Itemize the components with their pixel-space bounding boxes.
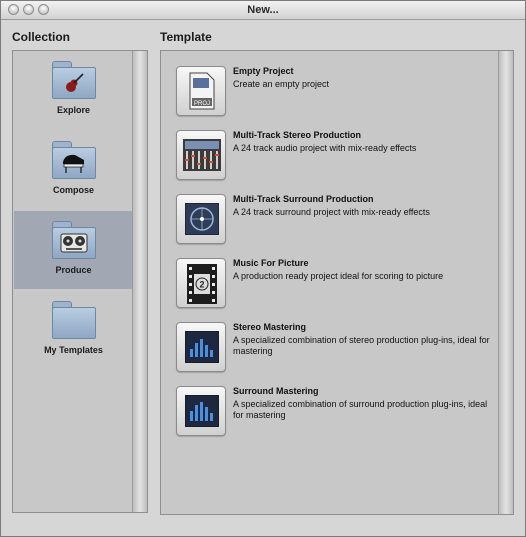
- collection-item-label: Compose: [52, 185, 94, 195]
- template-name: Surround Mastering: [233, 386, 319, 396]
- template-description: Create an empty project: [233, 79, 330, 89]
- new-project-window: New... Collection Template Explore Compo…: [0, 0, 526, 537]
- template-header: Template: [160, 30, 212, 44]
- template-item-empty-project[interactable]: PROJ Empty Project Create an empty proje…: [176, 66, 496, 122]
- svg-text:2: 2: [199, 280, 204, 290]
- template-description: A production ready project ideal for sco…: [233, 271, 444, 281]
- template-description: A 24 track audio project with mix-ready …: [233, 143, 417, 153]
- piano-icon: [52, 141, 96, 179]
- title-bar[interactable]: New...: [1, 1, 525, 20]
- template-name: Stereo Mastering: [233, 322, 307, 332]
- collection-scrollbar[interactable]: [132, 51, 147, 512]
- folder-icon: [52, 301, 96, 339]
- template-item-stereo-mastering[interactable]: Stereo Mastering A specialized combinati…: [176, 322, 496, 378]
- template-description: A 24 track surround project with mix-rea…: [233, 207, 430, 217]
- template-description: A specialized combination of surround pr…: [233, 399, 488, 420]
- collection-item-label: Explore: [56, 105, 90, 115]
- meter-display-icon: [176, 386, 226, 436]
- template-item-multi-track-stereo[interactable]: Multi-Track Stereo Production A 24 track…: [176, 130, 496, 186]
- collection-item-compose[interactable]: Compose: [14, 131, 133, 209]
- mixer-icon: [176, 130, 226, 180]
- svg-text:PROJ: PROJ: [194, 101, 210, 107]
- collection-header: Collection: [12, 30, 71, 44]
- collection-item-my-templates[interactable]: My Templates: [14, 291, 133, 369]
- template-item-music-for-picture[interactable]: 2 Music For Picture A production ready p…: [176, 258, 496, 314]
- template-item-multi-track-surround[interactable]: Multi-Track Surround Production A 24 tra…: [176, 194, 496, 250]
- window-title: New...: [247, 4, 279, 16]
- collection-list: Explore Compose Produce My Templates: [12, 50, 148, 513]
- tape-reel-icon: [52, 221, 96, 259]
- collection-item-label: My Templates: [44, 345, 103, 355]
- collection-item-produce[interactable]: Produce: [14, 211, 133, 289]
- collection-item-explore[interactable]: Explore: [14, 51, 133, 129]
- template-name: Music For Picture: [233, 258, 309, 268]
- guitar-icon: [52, 61, 96, 99]
- film-countdown-icon: 2: [176, 258, 226, 308]
- template-name: Empty Project: [233, 66, 294, 76]
- template-scrollbar[interactable]: [498, 51, 513, 514]
- template-list: PROJ Empty Project Create an empty proje…: [160, 50, 514, 515]
- template-name: Multi-Track Stereo Production: [233, 130, 362, 140]
- proj-document-icon: PROJ: [176, 66, 226, 116]
- surround-panner-icon: [176, 194, 226, 244]
- template-description: A specialized combination of stereo prod…: [233, 335, 490, 356]
- template-item-surround-mastering[interactable]: Surround Mastering A specialized combina…: [176, 386, 496, 442]
- collection-item-label: Produce: [55, 265, 92, 275]
- template-name: Multi-Track Surround Production: [233, 194, 374, 204]
- meter-display-icon: [176, 322, 226, 372]
